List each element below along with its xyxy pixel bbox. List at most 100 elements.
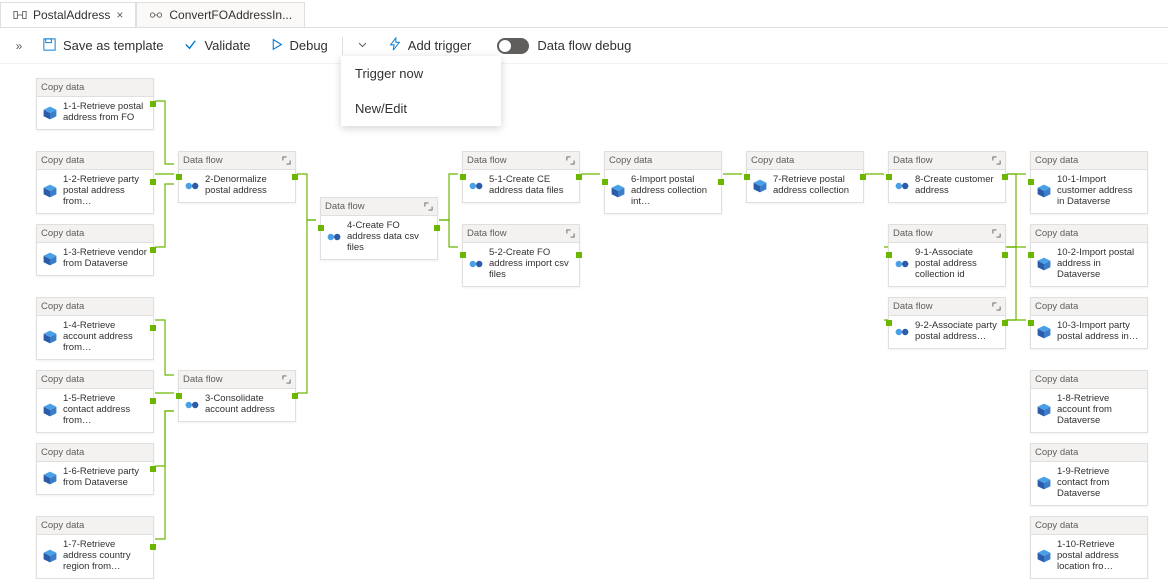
debug-dropdown[interactable] — [349, 34, 376, 57]
close-icon[interactable]: × — [116, 8, 123, 22]
menu-new-edit[interactable]: New/Edit — [341, 91, 501, 126]
copy-data-icon — [1036, 256, 1052, 272]
node-label: 1-1-Retrieve postal address from FO — [63, 102, 148, 124]
node-1-3[interactable]: Copy data 1-3-Retrieve vendor from Datav… — [36, 224, 154, 276]
dataflow-debug-toggle[interactable] — [497, 38, 529, 54]
node-label: 10-1-Import customer address in Datavers… — [1057, 175, 1142, 208]
node-type: Data flow — [893, 228, 933, 239]
node-label: 5-2-Create FO address import csv files — [489, 248, 574, 281]
validate-button[interactable]: Validate — [175, 33, 258, 59]
node-label: 10-3-Import party postal address in… — [1057, 321, 1142, 343]
expand-icon[interactable] — [423, 202, 433, 212]
node-2[interactable]: Data flow 2-Denormalize postal address — [178, 151, 296, 203]
node-label: 7-Retrieve postal address collection — [773, 175, 858, 197]
expand-icon[interactable] — [991, 229, 1001, 239]
tab-label: PostalAddress — [33, 8, 110, 22]
dataflow-debug-label: Data flow debug — [537, 38, 631, 53]
node-label: 9-1-Associate postal address collection … — [915, 248, 1000, 281]
expand-icon[interactable] — [565, 156, 575, 166]
copy-data-icon — [1036, 548, 1052, 564]
toolbar-label: Add trigger — [408, 38, 472, 53]
node-1-2[interactable]: Copy data 1-2-Retrieve party postal addr… — [36, 151, 154, 214]
node-label: 3-Consolidate account address — [205, 394, 290, 416]
node-type: Copy data — [1035, 374, 1078, 385]
copy-data-icon — [42, 402, 58, 418]
data-flow-icon — [326, 229, 342, 245]
node-type: Data flow — [893, 155, 933, 166]
node-label: 1-6-Retrieve party from Dataverse — [63, 467, 148, 489]
node-label: 1-10-Retrieve postal address location fr… — [1057, 540, 1142, 573]
copy-data-icon — [42, 548, 58, 564]
node-1-1[interactable]: Copy data 1-1-Retrieve postal address fr… — [36, 78, 154, 130]
node-label: 1-5-Retrieve contact address from… — [63, 394, 148, 427]
node-type: Data flow — [893, 301, 933, 312]
node-10-1[interactable]: Copy data 10-1-Import customer address i… — [1030, 151, 1148, 214]
node-type: Copy data — [751, 155, 794, 166]
debug-button[interactable]: Debug — [262, 34, 335, 58]
node-label: 6-Import postal address collection int… — [631, 175, 716, 208]
add-trigger-button[interactable]: Add trigger — [380, 33, 480, 58]
node-9-1[interactable]: Data flow 9-1-Associate postal address c… — [888, 224, 1006, 287]
node-type: Copy data — [41, 228, 84, 239]
copy-data-icon — [610, 183, 626, 199]
toolbar-label: Validate — [204, 38, 250, 53]
copy-data-icon — [42, 105, 58, 121]
node-9-2[interactable]: Data flow 9-2-Associate party postal add… — [888, 297, 1006, 349]
node-8[interactable]: Data flow 8-Create customer address — [888, 151, 1006, 203]
lightning-icon — [388, 37, 402, 54]
save-template-icon — [42, 37, 57, 55]
expand-icon[interactable] — [281, 375, 291, 385]
data-flow-icon — [184, 178, 200, 194]
node-type: Data flow — [467, 155, 507, 166]
node-10-2[interactable]: Copy data 10-2-Import postal address in … — [1030, 224, 1148, 287]
data-flow-icon — [468, 256, 484, 272]
copy-data-icon — [42, 470, 58, 486]
menu-trigger-now[interactable]: Trigger now — [341, 56, 501, 91]
node-1-10[interactable]: Copy data 1-10-Retrieve postal address l… — [1030, 516, 1148, 579]
expand-icon[interactable] — [565, 229, 575, 239]
node-type: Copy data — [41, 301, 84, 312]
node-1-9[interactable]: Copy data 1-9-Retrieve contact from Data… — [1030, 443, 1148, 506]
node-label: 1-8-Retrieve account from Dataverse — [1057, 394, 1142, 427]
expand-icon[interactable] — [281, 156, 291, 166]
node-6[interactable]: Copy data 6-Import postal address collec… — [604, 151, 722, 214]
node-3[interactable]: Data flow 3-Consolidate account address — [178, 370, 296, 422]
node-type: Copy data — [1035, 520, 1078, 531]
expand-panel-icon[interactable]: » — [8, 39, 30, 53]
node-1-8[interactable]: Copy data 1-8-Retrieve account from Data… — [1030, 370, 1148, 433]
copy-data-icon — [1036, 324, 1052, 340]
copy-data-icon — [42, 329, 58, 345]
node-type: Copy data — [1035, 301, 1078, 312]
node-label: 1-9-Retrieve contact from Dataverse — [1057, 467, 1142, 500]
copy-data-icon — [1036, 183, 1052, 199]
node-type: Copy data — [41, 520, 84, 531]
node-type: Copy data — [41, 82, 84, 93]
node-label: 1-3-Retrieve vendor from Dataverse — [63, 248, 148, 270]
node-label: 4-Create FO address data csv files — [347, 221, 432, 254]
node-type: Copy data — [41, 155, 84, 166]
data-flow-icon — [894, 324, 910, 340]
tab-convert-fo[interactable]: ConvertFOAddressIn... — [136, 2, 305, 27]
tab-postal-address[interactable]: PostalAddress × — [0, 2, 136, 27]
toolbar-label: Debug — [289, 38, 327, 53]
node-10-3[interactable]: Copy data 10-3-Import party postal addre… — [1030, 297, 1148, 349]
copy-data-icon — [42, 183, 58, 199]
node-type: Copy data — [41, 374, 84, 385]
node-1-6[interactable]: Copy data 1-6-Retrieve party from Datave… — [36, 443, 154, 495]
node-7[interactable]: Copy data 7-Retrieve postal address coll… — [746, 151, 864, 203]
node-1-7[interactable]: Copy data 1-7-Retrieve address country r… — [36, 516, 154, 579]
save-as-template-button[interactable]: Save as template — [34, 33, 171, 59]
node-type: Copy data — [41, 447, 84, 458]
expand-icon[interactable] — [991, 156, 1001, 166]
node-5-2[interactable]: Data flow 5-2-Create FO address import c… — [462, 224, 580, 287]
node-label: 1-2-Retrieve party postal address from… — [63, 175, 148, 208]
node-5-1[interactable]: Data flow 5-1-Create CE address data fil… — [462, 151, 580, 203]
node-1-4[interactable]: Copy data 1-4-Retrieve account address f… — [36, 297, 154, 360]
node-type: Copy data — [1035, 447, 1078, 458]
toolbar-label: Save as template — [63, 38, 163, 53]
expand-icon[interactable] — [991, 302, 1001, 312]
node-4[interactable]: Data flow 4-Create FO address data csv f… — [320, 197, 438, 260]
node-label: 1-4-Retrieve account address from… — [63, 321, 148, 354]
play-icon — [270, 38, 283, 54]
node-1-5[interactable]: Copy data 1-5-Retrieve contact address f… — [36, 370, 154, 433]
